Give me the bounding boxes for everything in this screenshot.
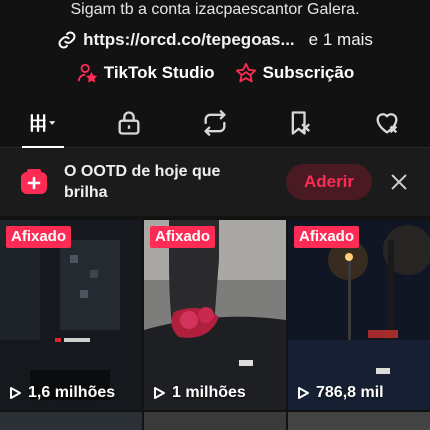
pinned-badge: Afixado <box>150 226 216 248</box>
link-icon <box>58 31 76 49</box>
play-icon <box>298 387 309 399</box>
tab-liked[interactable] <box>344 98 430 147</box>
lock-icon <box>118 110 140 135</box>
subscription-label: Subscrição <box>262 63 355 82</box>
video-grid: Afixado 1,6 milhões Afixado 1 milhões Af… <box>0 220 430 430</box>
play-icon <box>154 387 165 399</box>
ootd-banner: O OOTD de hoje que brilha Aderir <box>0 148 430 216</box>
profile-tabs <box>0 98 430 148</box>
user-star-icon <box>77 63 97 83</box>
video-tile-4[interactable] <box>0 412 142 430</box>
tab-videos[interactable] <box>0 98 86 148</box>
pinned-badge: Afixado <box>6 226 72 248</box>
tab-private[interactable] <box>86 98 172 147</box>
profile-link-row[interactable]: https://orcd.co/tepegoas... e 1 mais <box>0 30 430 50</box>
tiktok-studio-label: TikTok Studio <box>103 63 215 82</box>
repost-icon <box>204 109 226 136</box>
video-thumbnail-3 <box>288 220 430 410</box>
view-count-value: 1 milhões <box>172 384 246 401</box>
grid-icon <box>30 113 56 132</box>
star-icon <box>235 62 256 83</box>
play-icon <box>10 387 21 399</box>
profile-bio: Sigam tb a conta izacpaescantor Galera. <box>70 1 360 18</box>
join-button[interactable]: Aderir <box>286 164 372 200</box>
profile-link[interactable]: https://orcd.co/tepegoas... <box>83 30 295 50</box>
pinned-badge: Afixado <box>294 226 360 248</box>
video-tile-6[interactable] <box>288 412 430 430</box>
video-tile-3[interactable]: Afixado 786,8 mil <box>288 220 430 410</box>
bookmark-icon <box>291 110 310 135</box>
tab-favorites[interactable] <box>258 98 344 147</box>
heart-icon <box>376 112 398 133</box>
view-count-value: 786,8 mil <box>316 384 384 401</box>
tab-reposts[interactable] <box>172 98 258 147</box>
view-count: 1 milhões <box>152 384 246 402</box>
view-count: 786,8 mil <box>296 384 384 402</box>
tools-row: TikTok Studio Subscrição <box>0 62 430 84</box>
video-tile-5[interactable] <box>144 412 286 430</box>
video-thumbnail-1 <box>0 220 142 410</box>
more-links[interactable]: e 1 mais <box>309 30 373 50</box>
subscription-button[interactable]: Subscrição <box>235 62 355 84</box>
video-tile-2[interactable]: Afixado 1 milhões <box>144 220 286 410</box>
banner-text: O OOTD de hoje que brilha <box>64 163 221 201</box>
view-count-value: 1,6 milhões <box>28 384 116 401</box>
close-icon[interactable] <box>388 171 410 193</box>
video-thumbnail-2 <box>144 220 286 410</box>
view-count: 1,6 milhões <box>8 384 115 402</box>
tiktok-studio-button[interactable]: TikTok Studio <box>76 62 215 84</box>
add-collection-icon <box>21 169 47 194</box>
video-tile-1[interactable]: Afixado 1,6 milhões <box>0 220 142 410</box>
